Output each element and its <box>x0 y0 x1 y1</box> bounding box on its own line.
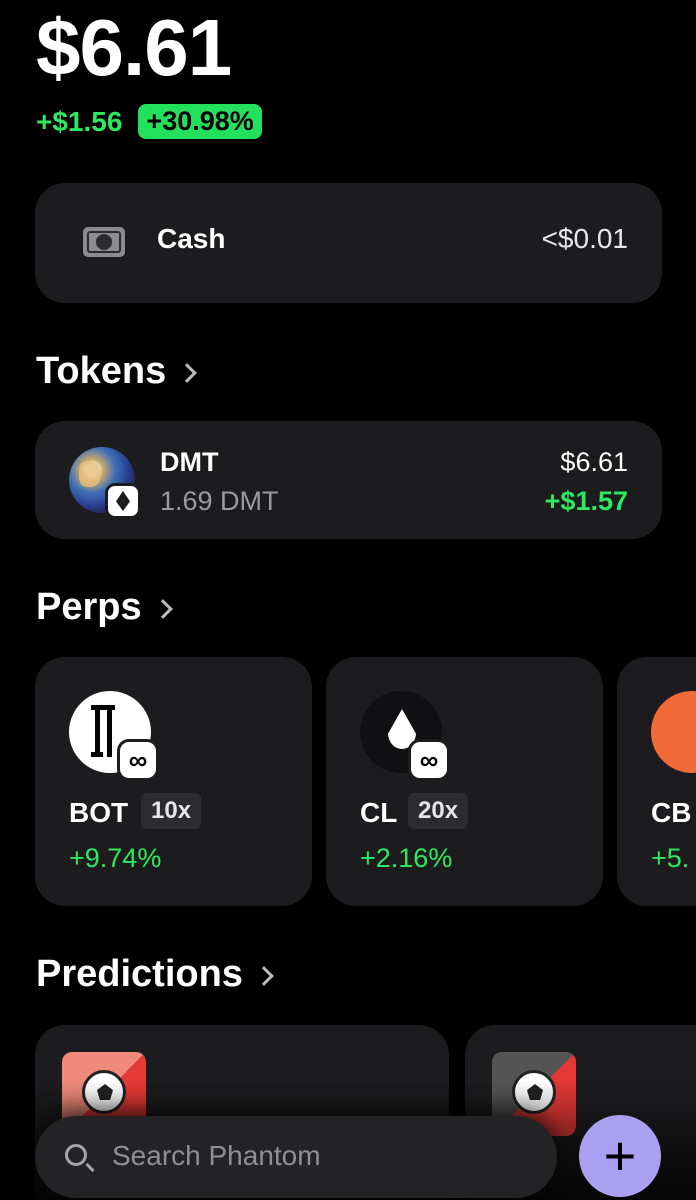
portfolio-change-amount: +$1.56 <box>36 105 123 137</box>
perp-leverage: 10x <box>141 793 202 829</box>
predictions-header[interactable]: Predictions <box>36 953 274 996</box>
infinity-icon: ∞ <box>117 739 159 781</box>
cash-icon <box>83 227 125 257</box>
chevron-right-icon <box>152 598 173 619</box>
token-value: $6.61 <box>560 447 628 477</box>
chevron-right-icon <box>177 362 198 383</box>
tokens-header[interactable]: Tokens <box>36 350 198 393</box>
cash-value: <$0.01 <box>541 223 628 254</box>
token-quantity: 1.69 DMT <box>160 486 279 516</box>
predictions-title: Predictions <box>36 953 243 995</box>
perp-symbol: CL <box>360 797 398 828</box>
portfolio-change: +$1.56 +30.98% <box>36 104 262 139</box>
search-placeholder: Search Phantom <box>112 1140 321 1171</box>
ethereum-icon <box>105 483 141 519</box>
perp-symbol: CB <box>651 797 692 828</box>
perps-header[interactable]: Perps <box>36 586 173 629</box>
tokens-title: Tokens <box>36 350 167 392</box>
chevron-right-icon <box>254 965 274 986</box>
search-bar[interactable]: Search Phantom <box>35 1116 557 1198</box>
perp-card-bot[interactable]: ∞ BOT 10x +9.74% <box>35 657 312 906</box>
search-icon <box>65 1144 87 1166</box>
perp-card-cl[interactable]: ∞ CL 20x +2.16% <box>326 657 603 906</box>
perp-leverage: 20x <box>408 793 469 829</box>
perps-title: Perps <box>36 586 142 628</box>
cash-label: Cash <box>157 223 226 254</box>
token-change: +$1.57 <box>544 486 628 516</box>
perp-symbol: BOT <box>69 797 129 828</box>
wallet-home: $6.61 +$1.56 +30.98% Cash <$0.01 Tokens … <box>0 0 696 1200</box>
add-button[interactable]: + <box>579 1115 661 1197</box>
token-row-dmt[interactable]: DMT 1.69 DMT $6.61 +$1.57 <box>35 421 662 539</box>
cb-icon <box>651 691 696 773</box>
perp-change: +9.74% <box>69 843 162 873</box>
perp-change: +5. <box>651 843 690 873</box>
token-name: DMT <box>160 447 219 477</box>
perp-card-cb[interactable]: CB +5. <box>617 657 696 906</box>
infinity-icon: ∞ <box>408 739 450 781</box>
perp-change: +2.16% <box>360 843 453 873</box>
portfolio-change-percent: +30.98% <box>138 104 262 139</box>
portfolio-balance: $6.61 <box>36 3 232 92</box>
cash-card[interactable]: Cash <$0.01 <box>35 183 662 303</box>
